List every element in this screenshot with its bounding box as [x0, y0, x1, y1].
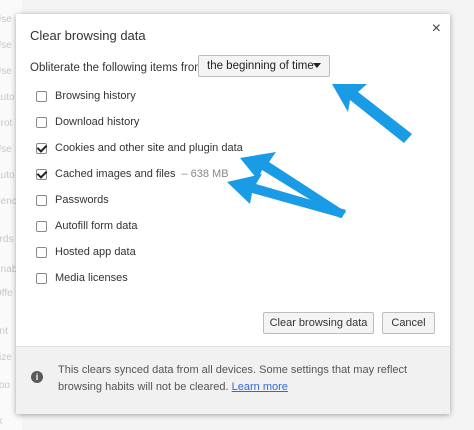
annotation-arrows	[227, 84, 412, 218]
arrow-to-time-range	[332, 84, 412, 143]
